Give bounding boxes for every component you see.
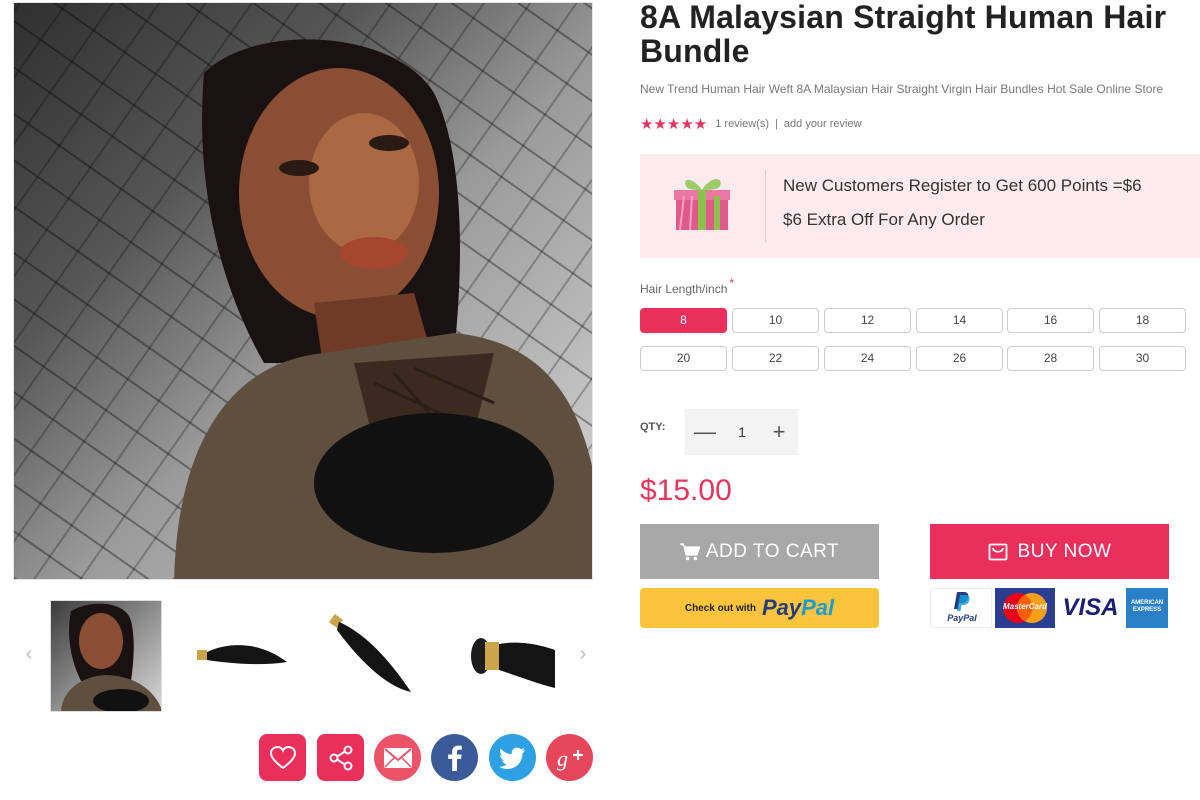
hair-bundle-image xyxy=(471,638,555,688)
quantity-increase-button[interactable]: + xyxy=(761,409,797,455)
length-option[interactable]: 12 xyxy=(824,308,911,333)
envelope-icon xyxy=(383,747,412,768)
mastercard-logo-text: MasterCard xyxy=(1002,602,1047,611)
thumbnail-model-image xyxy=(61,603,161,711)
length-option[interactable]: 26 xyxy=(916,346,1003,371)
main-product-image[interactable] xyxy=(13,2,593,580)
bag-icon xyxy=(988,543,1007,560)
thumbnail-bundle-1[interactable] xyxy=(183,600,295,712)
length-option[interactable]: 24 xyxy=(824,346,911,371)
thumbnail-strip: ‹ › xyxy=(13,598,593,714)
mastercard-logo: MasterCard xyxy=(995,588,1055,628)
length-option[interactable]: 16 xyxy=(1007,308,1094,333)
facebook-share-button[interactable] xyxy=(431,734,478,781)
hair-bundle-image xyxy=(197,645,287,665)
quantity-decrease-button[interactable]: — xyxy=(687,409,723,455)
promo-line-2: $6 Extra Off For Any Order xyxy=(783,210,985,229)
email-share-button[interactable] xyxy=(374,734,421,781)
cart-icon xyxy=(679,542,700,560)
twitter-share-button[interactable] xyxy=(489,734,536,781)
hair-length-label: Hair Length/inch * xyxy=(640,276,734,296)
quantity-input[interactable] xyxy=(723,417,761,447)
paypal-logo: PayPal xyxy=(930,588,992,628)
visa-logo-text: VISA xyxy=(1062,594,1119,621)
share-button[interactable] xyxy=(317,734,364,781)
review-separator: | xyxy=(775,118,778,130)
product-title: 8A Malaysian Straight Human Hair Bundle xyxy=(640,0,1167,69)
paypal-p-icon xyxy=(954,592,970,611)
length-option[interactable]: 10 xyxy=(732,308,819,333)
add-to-cart-label: ADD TO CART xyxy=(705,540,840,562)
add-to-cart-button[interactable]: ADD TO CART xyxy=(640,524,879,579)
thumbnail-prev-arrow[interactable]: ‹ xyxy=(19,642,39,666)
thumbnail-bundle-3[interactable] xyxy=(443,600,555,712)
required-mark: * xyxy=(729,276,735,290)
paypal-logo-pay: Pay xyxy=(761,595,802,620)
length-option[interactable]: 8 xyxy=(640,308,727,333)
length-option[interactable]: 30 xyxy=(1099,346,1186,371)
rating-row: ★★★★★ 1 review(s) | add your review xyxy=(640,116,862,133)
svg-text:g: g xyxy=(557,746,568,771)
length-option[interactable]: 28 xyxy=(1007,346,1094,371)
length-option[interactable]: 14 xyxy=(916,308,1003,333)
share-icon xyxy=(329,745,352,770)
length-option[interactable]: 20 xyxy=(640,346,727,371)
thumbnail-bundle-2[interactable] xyxy=(313,600,425,712)
quantity-stepper: — + xyxy=(685,409,798,455)
paypal-logo-text: PayPal xyxy=(947,613,977,623)
amex-logo-text: AMERICAN EXPRESS xyxy=(1130,600,1164,613)
amex-logo: AMERICAN EXPRESS xyxy=(1126,588,1168,628)
buy-now-label: BUY NOW xyxy=(1017,540,1112,562)
paypal-checkout-button[interactable]: Check out with Pay Pal xyxy=(640,588,879,628)
wishlist-button[interactable] xyxy=(259,734,306,781)
facebook-icon xyxy=(447,745,462,771)
length-option[interactable]: 18 xyxy=(1099,308,1186,333)
gift-icon xyxy=(674,179,730,231)
star-rating: ★★★★★ xyxy=(640,116,708,133)
twitter-icon xyxy=(499,747,525,769)
paypal-prefix: Check out with xyxy=(684,602,756,614)
paypal-logo-pal: Pal xyxy=(801,595,835,620)
thumbnail-model[interactable] xyxy=(50,600,162,712)
product-price: $15.00 xyxy=(640,474,732,507)
promo-line-1: New Customers Register to Get 600 Points… xyxy=(783,176,1142,195)
promo-banner: New Customers Register to Get 600 Points… xyxy=(640,154,1200,258)
model-photo xyxy=(174,39,592,579)
hair-length-label-text: Hair Length/inch xyxy=(640,282,728,296)
hair-bundle-image xyxy=(329,614,411,692)
promo-divider xyxy=(765,170,766,242)
heart-icon xyxy=(269,745,296,769)
quantity-label: QTY: xyxy=(640,421,666,433)
thumbnail-next-arrow[interactable]: › xyxy=(573,642,593,666)
google-plus-icon: g xyxy=(557,746,583,771)
add-review-link[interactable]: add your review xyxy=(784,118,862,130)
buy-now-button[interactable]: BUY NOW xyxy=(930,524,1169,579)
review-count-link[interactable]: 1 review(s) xyxy=(715,118,769,130)
visa-logo: VISA xyxy=(1058,588,1123,628)
google-plus-share-button[interactable]: g xyxy=(546,734,593,781)
length-option[interactable]: 22 xyxy=(732,346,819,371)
product-subtitle: New Trend Human Hair Weft 8A Malaysian H… xyxy=(640,82,1164,96)
